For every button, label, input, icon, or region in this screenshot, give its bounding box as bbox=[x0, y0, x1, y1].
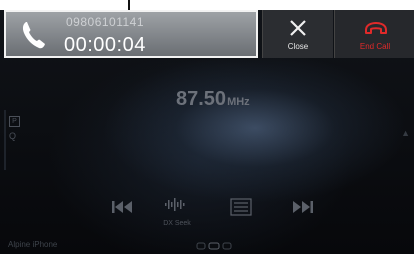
dx-seek-label: DX Seek bbox=[163, 220, 191, 227]
frequency-value: 87.50 bbox=[176, 88, 227, 110]
head-unit-screen: P Q ▲ 87.50MHz 09806101141 00:00:04 Clos… bbox=[0, 10, 414, 254]
frequency-display: 87.50MHz bbox=[176, 88, 250, 111]
hang-up-icon bbox=[365, 22, 387, 34]
skip-back-icon[interactable] bbox=[111, 200, 133, 214]
search-marker: Q bbox=[9, 131, 17, 141]
call-duration: 00:00:04 bbox=[64, 34, 146, 56]
caller-number: 09806101141 bbox=[66, 15, 145, 29]
right-caret-icon[interactable]: ▲ bbox=[401, 128, 410, 138]
end-call-button[interactable]: End Call bbox=[334, 10, 414, 58]
end-call-label: End Call bbox=[359, 42, 391, 51]
preset-marker: P bbox=[9, 116, 20, 127]
active-call-panel[interactable]: 09806101141 00:00:04 bbox=[4, 10, 258, 58]
left-edge-bar bbox=[4, 110, 6, 170]
frequency-unit: MHz bbox=[227, 96, 250, 108]
callout-line bbox=[128, 0, 130, 10]
close-label: Close bbox=[287, 42, 309, 51]
side-markers: P Q bbox=[9, 116, 21, 141]
dx-seek-icon[interactable] bbox=[164, 196, 188, 212]
page-indicator bbox=[196, 242, 232, 250]
device-name: Alpine iPhone bbox=[8, 240, 58, 249]
close-icon bbox=[290, 20, 306, 36]
skip-forward-icon[interactable] bbox=[292, 200, 314, 214]
list-icon[interactable] bbox=[230, 198, 252, 216]
phone-handset-icon bbox=[22, 22, 45, 49]
close-button[interactable]: Close bbox=[262, 10, 333, 58]
